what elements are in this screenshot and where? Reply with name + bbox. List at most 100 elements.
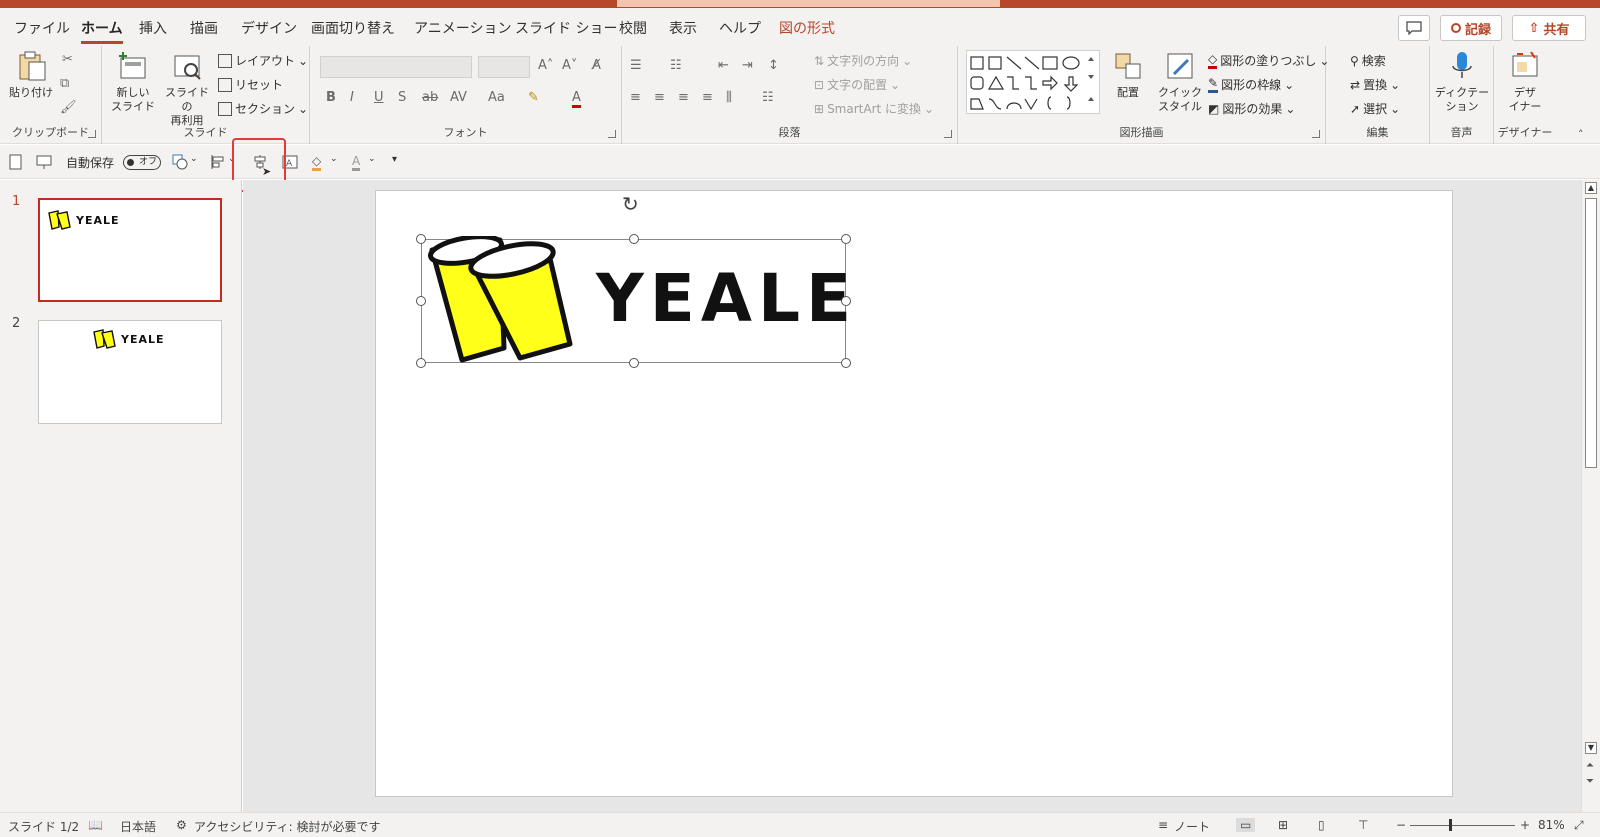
slide-thumbnail-2[interactable]: YEALE [38,320,222,424]
shape-fill-button[interactable]: ◇ 図形の塗りつぶし ⌄ [1208,52,1329,69]
align-center-icon[interactable]: ≡ [654,90,665,105]
tab-view[interactable]: 表示 [669,18,697,38]
resize-handle-sw[interactable] [416,358,426,368]
shape-effects-button[interactable]: ◩ 図形の効果 ⌄ [1208,100,1295,117]
paste-button[interactable]: 貼り付け [8,50,54,100]
font-launcher-icon[interactable] [608,130,616,138]
tab-slideshow[interactable]: スライド ショー [515,18,617,38]
scroll-down-icon[interactable]: ▼ [1585,742,1597,754]
section-button[interactable]: セクション ⌄ [218,100,308,117]
align-icon[interactable] [210,154,226,170]
text-direction-button[interactable]: ⇅ 文字列の方向 ⌄ [814,52,912,69]
qat-font-color-icon[interactable]: A [352,154,361,171]
drawing-launcher-icon[interactable] [1312,130,1320,138]
vertical-scrollbar[interactable]: ▲ ▼ ⏶ ⏷ [1581,180,1600,812]
next-slide-icon[interactable]: ⏷ [1586,776,1594,787]
reuse-slides-button[interactable]: スライドの 再利用 [160,50,214,128]
customize-qat-icon[interactable]: ▾ [392,154,397,165]
comments-button[interactable] [1398,15,1430,41]
accessibility-status[interactable]: アクセシビリティ: 検討が必要です [194,818,381,835]
fill-color-icon[interactable]: ◇ [312,154,322,171]
font-name-combobox[interactable] [320,56,472,78]
dictate-button[interactable]: ディクテー ション [1434,50,1490,114]
record-button[interactable]: 記録 [1440,15,1502,41]
shapes-icon[interactable] [172,154,188,170]
new-slide-button[interactable]: 新しい スライド [108,50,158,114]
shadow-icon[interactable]: S [398,90,406,105]
numbering-icon[interactable]: ☷ [670,58,682,73]
clipboard-launcher-icon[interactable] [88,130,96,138]
resize-handle-w[interactable] [416,296,426,306]
align-right-icon[interactable]: ≡ [678,90,689,105]
align-text-button[interactable]: ⊡ 文字の配置 ⌄ [814,76,900,93]
highlight-icon[interactable]: ✎ [528,90,539,105]
collapse-ribbon-icon[interactable]: ˄ [1578,128,1584,141]
paragraph-launcher-icon[interactable] [944,130,952,138]
cut-icon[interactable]: ✂ [62,52,73,67]
select-button[interactable]: ➚ 選択 ⌄ [1350,100,1400,117]
scroll-up-icon[interactable]: ▲ [1585,182,1597,194]
tab-animations[interactable]: アニメーション [414,18,511,38]
resize-handle-se[interactable] [841,358,851,368]
layout-button[interactable]: レイアウト ⌄ [218,52,308,69]
resize-handle-ne[interactable] [841,234,851,244]
smartart-button[interactable]: ⊞ SmartArt に変換 ⌄ [814,100,934,117]
new-document-icon[interactable] [8,154,24,170]
tab-file[interactable]: ファイル [14,18,70,38]
zoom-slider-track[interactable] [1410,825,1515,826]
tab-home[interactable]: ホーム [81,18,123,44]
strikethrough-icon[interactable]: ab [422,90,438,105]
previous-slide-icon[interactable]: ⏶ [1586,760,1594,771]
shapes-gallery[interactable] [966,50,1100,114]
fit-to-window-icon[interactable]: ⤢ [1574,818,1584,833]
copy-icon[interactable]: ⧉ [60,76,69,91]
scrollbar-thumb[interactable] [1585,198,1597,468]
tab-picture-format[interactable]: 図の形式 [779,18,835,38]
replace-button[interactable]: ⇄ 置換 ⌄ [1350,76,1400,93]
format-painter-icon[interactable]: 🖌 [60,100,77,115]
align-left-icon[interactable]: ≡ [630,90,641,105]
find-button[interactable]: ⚲ 検索 [1350,52,1386,69]
autosave-toggle[interactable]: オフ [123,155,161,170]
reading-view-icon[interactable]: ▯ [1318,818,1325,832]
resize-handle-e[interactable] [841,296,851,306]
increase-font-icon[interactable]: A˄ [538,58,553,73]
increase-indent-icon[interactable]: ⇥ [742,58,753,73]
columns-icon[interactable]: ⫼ [726,90,732,105]
slide-sorter-icon[interactable]: ⊞ [1278,818,1288,832]
font-color-icon[interactable]: A [572,90,581,108]
zoom-level[interactable]: 81% [1538,818,1565,832]
resize-handle-n[interactable] [629,234,639,244]
share-button[interactable]: ⇧ 共有 [1512,15,1586,41]
slide-thumbnail-1[interactable]: YEALE [38,198,222,302]
justify-icon[interactable]: ≡ [702,90,713,105]
fill-dropdown-icon[interactable]: ⌄ [330,154,338,164]
tab-help[interactable]: ヘルプ [719,18,761,38]
font-size-combobox[interactable] [478,56,530,78]
line-spacing-icon[interactable]: ↕ [768,58,779,73]
resize-handle-s[interactable] [629,358,639,368]
designer-button[interactable]: デザ イナー [1498,50,1552,114]
italic-icon[interactable]: I [350,90,354,105]
title-search-area[interactable] [617,0,1000,7]
distribute-icon[interactable]: ☷ [762,90,774,105]
normal-view-icon[interactable]: ▭ [1236,818,1256,832]
reset-button[interactable]: リセット [218,76,283,93]
spell-check-icon[interactable]: 📖 [88,818,103,832]
shape-outline-button[interactable]: ✎ 図形の枠線 ⌄ [1208,76,1294,93]
tab-insert[interactable]: 挿入 [139,18,167,38]
tab-draw[interactable]: 描画 [190,18,218,38]
notes-button[interactable]: ノート [1174,818,1210,835]
decrease-font-icon[interactable]: A˅ [562,58,577,73]
language-status[interactable]: 日本語 [120,818,156,835]
char-spacing-icon[interactable]: AV [450,90,467,105]
slideshow-view-icon[interactable]: ⊤ [1358,818,1368,832]
tab-design[interactable]: デザイン [241,18,297,38]
underline-icon[interactable]: U [374,90,384,105]
rotate-handle-icon[interactable]: ↻ [622,192,639,216]
zoom-slider-knob[interactable] [1449,819,1452,831]
zoom-in-icon[interactable]: + [1520,818,1530,832]
zoom-out-icon[interactable]: − [1396,818,1406,832]
shapes-dropdown-icon[interactable]: ⌄ [190,154,198,164]
tab-review[interactable]: 校閲 [619,18,647,38]
